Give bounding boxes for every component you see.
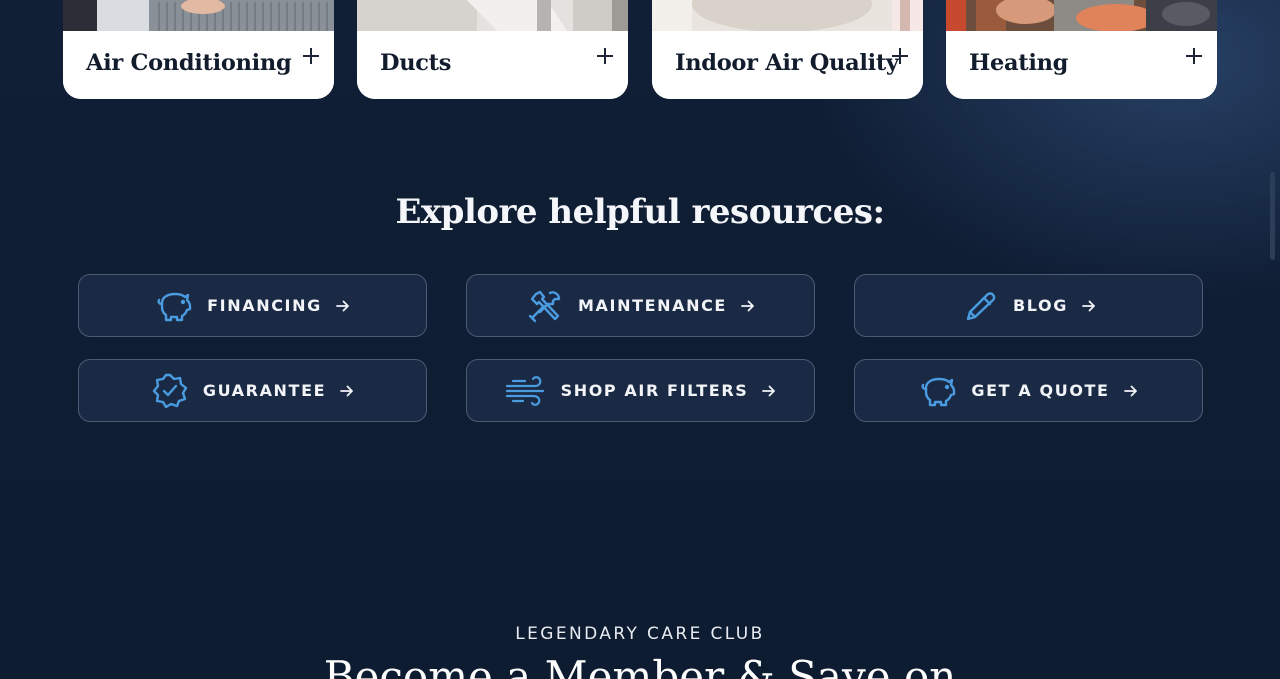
financing-button[interactable]: FINANCING <box>78 274 427 337</box>
plus-icon[interactable] <box>1185 47 1203 65</box>
indoor-air-quality-photo <box>652 0 923 32</box>
scrollbar-thumb[interactable] <box>1270 172 1275 260</box>
maintenance-button[interactable]: MAINTENANCE <box>466 274 815 337</box>
plus-icon[interactable] <box>596 47 614 65</box>
piggy-bank-icon <box>155 287 193 325</box>
card-title: Ducts <box>380 50 452 76</box>
badge-check-icon <box>151 372 189 410</box>
arrow-right-icon <box>1082 299 1096 313</box>
service-card-indoor-air-quality[interactable]: Indoor Air Quality <box>652 0 923 99</box>
plus-icon[interactable] <box>302 47 320 65</box>
financing-label: FINANCING <box>207 296 322 315</box>
card-body: Indoor Air Quality <box>652 31 923 99</box>
get-a-quote-label: GET A QUOTE <box>971 381 1110 400</box>
arrow-right-icon <box>340 384 354 398</box>
ducts-photo <box>357 0 628 31</box>
arrow-right-icon <box>741 299 755 313</box>
shop-air-filters-button[interactable]: SHOP AIR FILTERS <box>466 359 815 422</box>
air-conditioning-photo <box>63 0 334 31</box>
heating-photo <box>946 0 1217 32</box>
arrow-right-icon <box>1123 384 1138 398</box>
arrow-right-icon <box>762 384 776 398</box>
pencil-icon <box>961 287 999 325</box>
resources-heading: Explore helpful resources: <box>395 192 885 232</box>
plus-icon[interactable] <box>891 47 909 65</box>
club-eyebrow: LEGENDARY CARE CLUB <box>515 624 765 644</box>
get-a-quote-button[interactable]: GET A QUOTE <box>854 359 1203 422</box>
blog-label: BLOG <box>1013 296 1068 315</box>
service-card-ducts[interactable]: Ducts <box>357 0 628 99</box>
club-heading: Become a Member & Save on <box>323 652 957 679</box>
tools-icon <box>526 287 564 325</box>
shop-air-filters-label: SHOP AIR FILTERS <box>560 381 749 400</box>
service-card-air-conditioning[interactable]: Air Conditioning <box>63 0 334 99</box>
wind-icon <box>505 372 547 410</box>
card-title: Air Conditioning <box>86 50 292 76</box>
blog-button[interactable]: BLOG <box>854 274 1203 337</box>
card-body: Heating <box>946 31 1217 99</box>
piggy-bank-icon <box>919 372 957 410</box>
arrow-right-icon <box>335 299 350 313</box>
card-title: Indoor Air Quality <box>675 50 899 76</box>
guarantee-label: GUARANTEE <box>202 381 327 400</box>
card-body: Ducts <box>357 31 628 99</box>
maintenance-label: MAINTENANCE <box>578 296 727 315</box>
card-body: Air Conditioning <box>63 31 334 99</box>
guarantee-button[interactable]: GUARANTEE <box>78 359 427 422</box>
card-title: Heating <box>969 50 1069 76</box>
service-card-heating[interactable]: Heating <box>946 0 1217 99</box>
